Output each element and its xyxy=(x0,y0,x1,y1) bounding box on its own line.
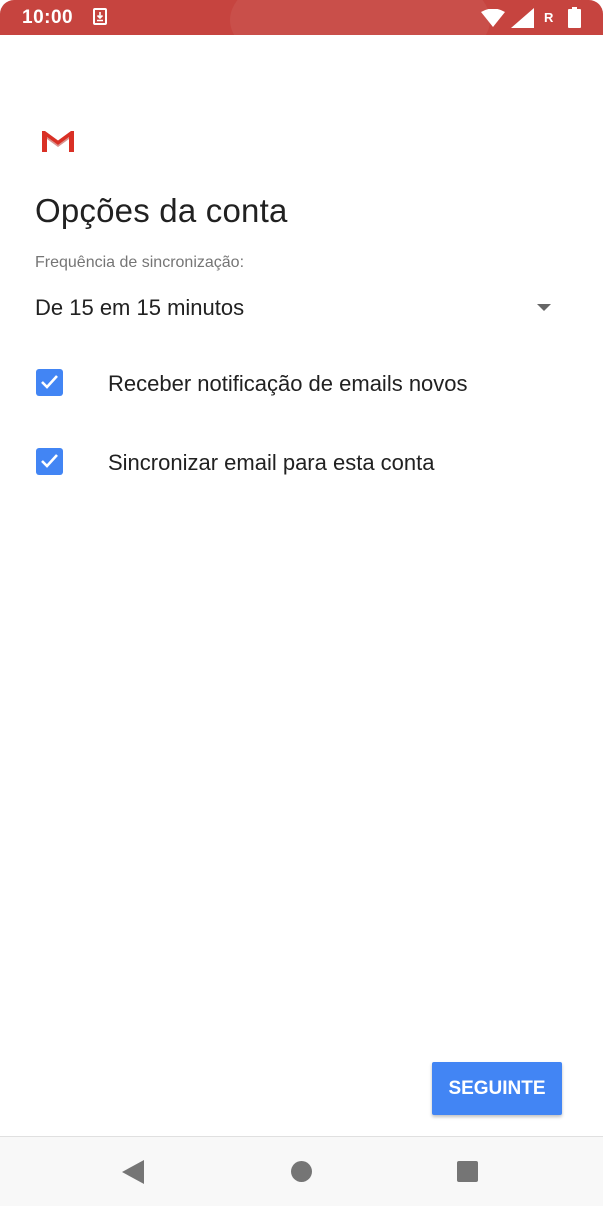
sync-email-option-label: Sincronizar email para esta conta xyxy=(108,450,435,475)
wifi-icon xyxy=(481,9,505,27)
status-bar-shade xyxy=(230,0,490,35)
status-bar: 10:00 R xyxy=(0,0,603,35)
navigation-bar xyxy=(0,1136,603,1206)
recents-icon[interactable] xyxy=(457,1161,478,1182)
gmail-logo xyxy=(42,131,74,152)
dropdown-arrow-icon xyxy=(537,304,551,311)
home-icon[interactable] xyxy=(291,1161,312,1182)
battery-icon xyxy=(568,7,581,28)
new-email-notification-option[interactable]: Receber notificação de emails novos xyxy=(35,364,565,404)
sync-email-checkbox[interactable] xyxy=(36,448,63,475)
sync-frequency-label: Frequência de sincronização: xyxy=(35,254,245,271)
sync-frequency-dropdown[interactable]: De 15 em 15 minutos xyxy=(35,292,565,326)
notification-option-label: Receber notificação de emails novos xyxy=(108,371,468,396)
notification-checkbox[interactable] xyxy=(36,369,63,396)
back-icon[interactable] xyxy=(122,1160,144,1184)
download-icon xyxy=(93,8,107,25)
sync-frequency-value: De 15 em 15 minutos xyxy=(35,295,245,320)
page-title: Opções da conta xyxy=(35,192,288,229)
cell-signal-icon xyxy=(511,8,534,28)
next-button[interactable]: SEGUINTE xyxy=(432,1062,562,1115)
status-time: 10:00 xyxy=(22,7,74,28)
roaming-indicator: R xyxy=(544,10,554,25)
sync-email-option[interactable]: Sincronizar email para esta conta xyxy=(35,443,565,483)
